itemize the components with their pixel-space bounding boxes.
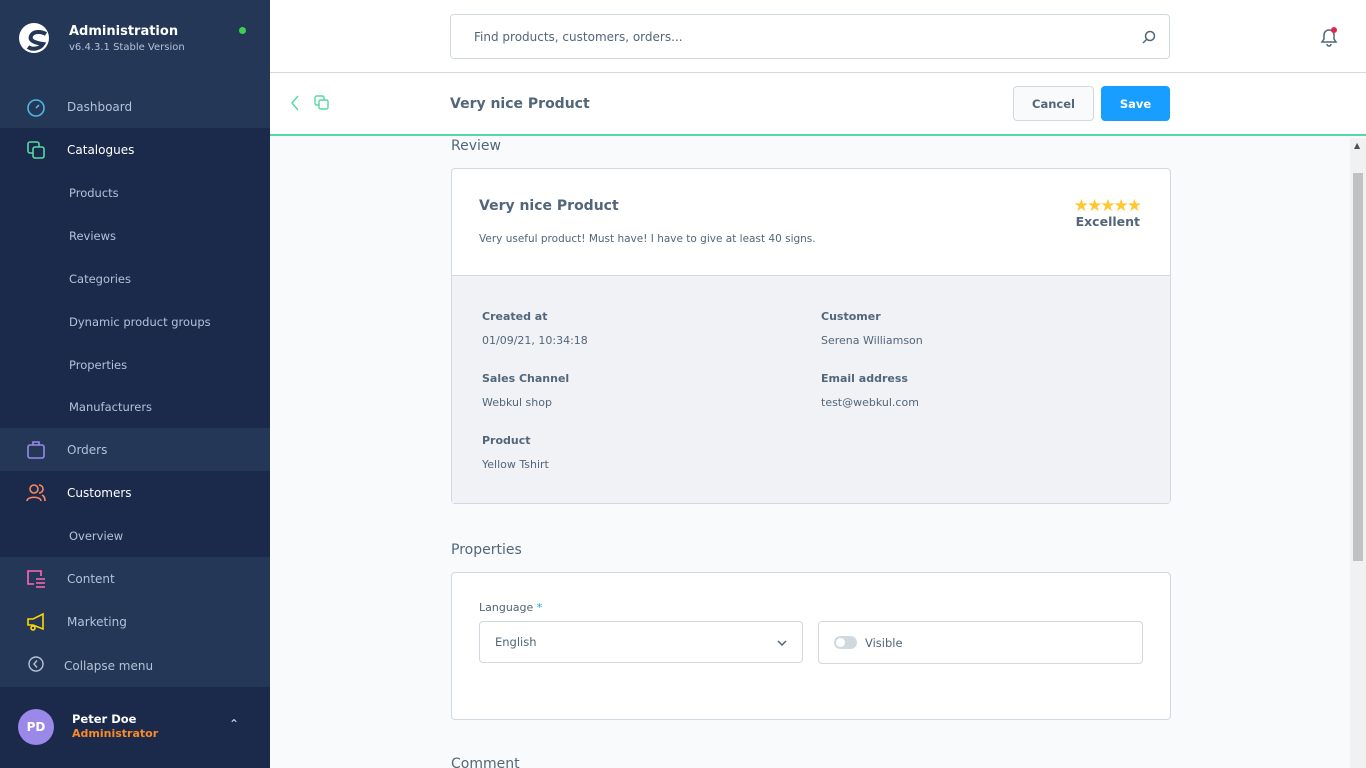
review-content: Very useful product! Must have! I have t… [479,233,816,245]
email-field: Email address test@webkul.com [821,372,919,409]
required-mark: * [536,601,543,614]
field-label: Customer [821,310,881,323]
chevron-down-icon [777,635,787,649]
properties-section-title: Properties [451,542,522,558]
app-version: v6.4.3.1 Stable Version [69,42,185,53]
gauge-icon [26,97,46,117]
sidebar-item-customers[interactable]: Customers [0,471,270,514]
star-icon: ★ [1100,196,1115,216]
user-role: Administrator [72,727,159,740]
collapse-chevron-icon [28,656,44,675]
comment-section-title: Comment [451,756,520,768]
status-indicator [239,27,246,34]
sidebar-item-label: Customers [67,485,132,500]
language-label: Language * [479,601,542,614]
scrollbar-thumb[interactable] [1353,173,1363,561]
scrollbar[interactable]: ▲ [1350,138,1366,768]
review-title: Very nice Product [479,198,619,214]
customers-group: Customers Overview [0,471,270,557]
field-label: Product [482,434,531,447]
search-bar [450,14,1170,59]
user-menu[interactable]: PD Peter Doe Administrator ⌃ [0,687,270,768]
field-value: test@webkul.com [821,396,919,409]
sidebar-subitem-dynamic-product-groups[interactable]: Dynamic product groups [0,300,270,343]
star-icon: ★ [1113,196,1129,216]
catalogue-icon [314,95,330,114]
field-value: 01/09/21, 10:34:18 [482,334,588,347]
sidebar-subitem-products[interactable]: Products [0,171,270,214]
sidebar-item-label: Catalogues [67,142,135,157]
shopping-bag-icon [26,440,46,460]
visible-toggle-field: Visible [818,621,1143,664]
field-label: Sales Channel [482,372,570,385]
sidebar-item-label: Content [67,571,115,586]
sidebar-subitem-overview[interactable]: Overview [0,514,270,557]
sidebar-subitem-reviews[interactable]: Reviews [0,214,270,257]
notification-bell-icon[interactable] [1318,26,1340,51]
visible-toggle[interactable] [834,636,857,649]
main-content: Review Very nice Product Very useful pro… [270,138,1350,768]
rating-label: Excellent [1075,214,1140,229]
product-field: Product Yellow Tshirt [482,434,549,471]
catalogue-icon [26,140,46,160]
brand: Administration v6.4.3.1 Stable Version [0,0,270,85]
sales-channel-field: Sales Channel Webkul shop [482,372,569,409]
language-label-text: Language [479,601,534,614]
review-card: Very nice Product Very useful product! M… [451,168,1171,504]
sidebar-item-label: Dashboard [67,99,133,114]
sidebar-item-orders[interactable]: Orders [0,428,270,471]
review-section-title: Review [451,138,501,154]
field-label: Email address [821,372,908,385]
sidebar-subitem-categories[interactable]: Categories [0,257,270,300]
smart-bar: Very nice Product Cancel Save [270,73,1366,136]
search-input[interactable] [474,29,1129,44]
star-icon: ★ [1087,196,1102,216]
star-icon: ★ [1126,196,1142,216]
save-button[interactable]: Save [1101,86,1170,121]
chevron-up-icon[interactable]: ⌃ [229,717,239,731]
visible-label: Visible [865,635,903,650]
app-title: Administration [69,24,179,39]
field-value: Webkul shop [482,396,552,409]
sidebar-item-content[interactable]: Content [0,557,270,600]
sidebar-subitem-properties[interactable]: Properties [0,343,270,386]
sidebar-item-label: Marketing [67,614,127,629]
field-value[interactable]: Yellow Tshirt [482,458,549,471]
user-name: Peter Doe [72,712,137,726]
content-icon [26,569,46,589]
language-select[interactable]: English [479,621,803,663]
sidebar-item-marketing[interactable]: Marketing [0,600,270,643]
top-bar [270,0,1366,73]
properties-card: Language * English Visible [451,572,1171,720]
customer-field: Customer Serena Williamson [821,310,923,347]
sidebar-item-dashboard[interactable]: Dashboard [0,85,270,128]
cancel-button[interactable]: Cancel [1013,86,1094,121]
back-chevron-icon[interactable] [290,95,300,114]
collapse-menu-label: Collapse menu [64,658,154,673]
sidebar-item-catalogues[interactable]: Catalogues [0,128,270,171]
sidebar-subitem-manufacturers[interactable]: Manufacturers [0,386,270,428]
sidebar: Administration v6.4.3.1 Stable Version D… [0,0,270,768]
field-label: Created at [482,310,548,323]
users-icon [26,483,46,503]
collapse-menu-button[interactable]: Collapse menu [0,643,270,688]
star-rating: ★★★★★ [1073,196,1142,216]
field-value[interactable]: Serena Williamson [821,334,923,347]
created-at-field: Created at 01/09/21, 10:34:18 [482,310,588,347]
megaphone-icon [26,612,46,632]
star-icon: ★ [1073,196,1089,216]
sidebar-item-label: Orders [67,442,108,457]
language-value: English [495,635,537,649]
avatar: PD [18,709,54,745]
scroll-up-arrow-icon[interactable]: ▲ [1354,141,1360,150]
shopware-logo-icon [19,23,49,53]
review-meta: Created at 01/09/21, 10:34:18 Customer Ser… [452,275,1170,503]
page-title: Very nice Product [450,96,590,112]
catalogues-group: Catalogues Products Reviews Categories D… [0,128,270,428]
search-icon[interactable] [1129,30,1169,44]
